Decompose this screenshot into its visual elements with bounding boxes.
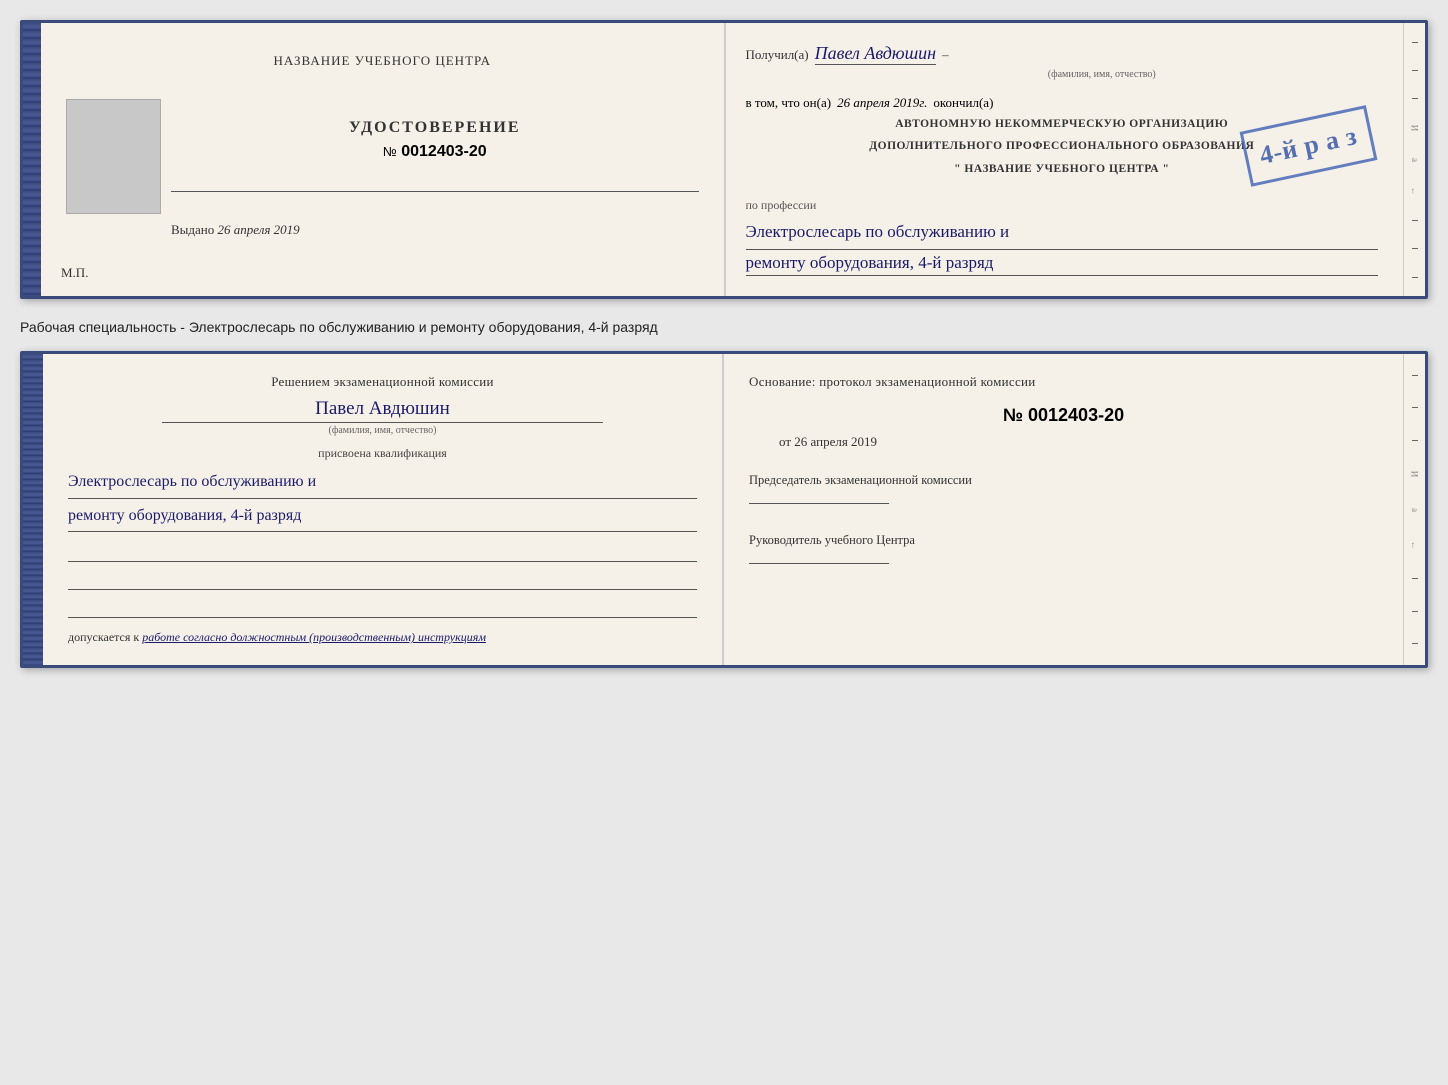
assigned-label: присвоена квалификация: [68, 446, 697, 461]
issued-label: Выдано: [171, 222, 214, 237]
osnov-title: Основание: протокол экзаменационной коми…: [749, 374, 1378, 390]
vtom-label: в том, что он(а): [746, 95, 832, 111]
допуск-label: допускается к: [68, 630, 139, 644]
bottom-booklet-right: Основание: протокол экзаменационной коми…: [724, 354, 1403, 665]
bottom-edge-dash-2: [1412, 407, 1418, 408]
name-underline: [162, 422, 602, 423]
bottom-booklet-left: Решением экзаменационной комиссии Павел …: [43, 354, 724, 665]
decision-title: Решением экзаменационной комиссии: [68, 374, 697, 390]
bottom-right-edge-marks: И а ←: [1403, 354, 1425, 665]
edge-dash-2: [1412, 70, 1418, 71]
edge-mark-i: И: [1410, 125, 1420, 132]
right-edge-marks: И а ←: [1403, 23, 1425, 296]
profession-label: по профессии: [746, 198, 1379, 213]
cert-number-prefix: №: [383, 144, 397, 159]
rukovoditel-sig-line: [749, 563, 889, 564]
bottom-edge-dash-5: [1412, 611, 1418, 612]
top-booklet-left-spine: [23, 23, 41, 296]
rukovoditel-block: Руководитель учебного Центра: [749, 530, 1378, 570]
mp-label: М.П.: [61, 265, 88, 281]
profession-line2: ремонту оборудования, 4-й разряд: [746, 253, 1379, 276]
bottom-edge-dash-3: [1412, 440, 1418, 441]
edge-dash-5: [1412, 248, 1418, 249]
blank-line-3: [68, 596, 697, 618]
photo-placeholder: [66, 99, 161, 214]
page-wrapper: НАЗВАНИЕ УЧЕБНОГО ЦЕНТРА УДОСТОВЕРЕНИЕ №…: [20, 20, 1428, 668]
bottom-edge-dash-4: [1412, 578, 1418, 579]
osnov-date: от 26 апреля 2019: [779, 434, 1378, 450]
cert-number: № 0012403-20: [171, 143, 699, 161]
org-text-line3: " НАЗВАНИЕ УЧЕБНОГО ЦЕНТРА ": [746, 161, 1379, 178]
top-booklet-right: 4-й р а з Получил(а) Павел Авдюшин – (фа…: [726, 23, 1404, 296]
top-center-title: НАЗВАНИЕ УЧЕБНОГО ЦЕНТРА: [274, 53, 491, 69]
top-booklet-left: НАЗВАНИЕ УЧЕБНОГО ЦЕНТРА УДОСТОВЕРЕНИЕ №…: [41, 23, 726, 296]
edge-dash-4: [1412, 220, 1418, 221]
vtom-date: 26 апреля 2019г.: [837, 95, 927, 111]
edge-dash-6: [1412, 277, 1418, 278]
qual-line2: ремонту оборудования, 4-й разряд: [68, 501, 697, 532]
vtom-line: в том, что он(а) 26 апреля 2019г. окончи…: [746, 95, 1379, 111]
osnov-number-prefix: №: [1003, 405, 1023, 425]
osnov-date-prefix: от: [779, 434, 791, 449]
recipient-label: Получил(а): [746, 47, 809, 63]
person-sub-label: (фамилия, имя, отчество): [68, 425, 697, 436]
okonchil-label: окончил(а): [933, 95, 993, 111]
bottom-edge-mark-arrow: ←: [1410, 541, 1420, 550]
recipient-line: Получил(а) Павел Авдюшин –: [746, 43, 1379, 65]
edge-dash-3: [1412, 98, 1418, 99]
org-text-line1: АВТОНОМНУЮ НЕКОММЕРЧЕСКУЮ ОРГАНИЗАЦИЮ: [746, 116, 1379, 133]
edge-dash-1: [1412, 42, 1418, 43]
osnov-date-value: 26 апреля 2019: [794, 434, 877, 449]
bottom-edge-dash-6: [1412, 643, 1418, 644]
top-booklet: НАЗВАНИЕ УЧЕБНОГО ЦЕНТРА УДОСТОВЕРЕНИЕ №…: [20, 20, 1428, 299]
cert-title: УДОСТОВЕРЕНИЕ: [171, 119, 699, 137]
bottom-edge-mark-i: И: [1410, 471, 1420, 478]
допуск-text: работе согласно должностным (производств…: [142, 630, 486, 644]
issued-line: Выдано 26 апреля 2019: [171, 212, 699, 238]
chair-block: Председатель экзаменационной комиссии: [749, 470, 1378, 510]
recipient-name: Павел Авдюшин: [815, 43, 936, 63]
допуск-line: допускается к работе согласно должностны…: [68, 630, 697, 645]
rukovoditel-label: Руководитель учебного Центра: [749, 530, 1378, 550]
chair-sig-line: [749, 503, 889, 504]
chair-label: Председатель экзаменационной комиссии: [749, 470, 1378, 490]
bottom-edge-mark-a: а: [1410, 508, 1420, 512]
osnov-number: № 0012403-20: [749, 405, 1378, 426]
edge-mark-arrow: ←: [1410, 186, 1420, 195]
org-text-line2: ДОПОЛНИТЕЛЬНОГО ПРОФЕССИОНАЛЬНОГО ОБРАЗО…: [746, 138, 1379, 155]
cert-number-value: 0012403-20: [401, 143, 486, 160]
blank-line-1: [68, 540, 697, 562]
blank-line-2: [68, 568, 697, 590]
edge-mark-a: а: [1410, 158, 1420, 162]
qual-line1: Электрослесарь по обслуживанию и: [68, 467, 697, 498]
bottom-booklet-left-spine: [23, 354, 43, 665]
bottom-edge-dash-1: [1412, 375, 1418, 376]
recipient-sub-label: (фамилия, имя, отчество): [826, 69, 1379, 80]
person-name: Павел Авдюшин: [68, 398, 697, 420]
issued-date: 26 апреля 2019: [218, 222, 300, 237]
between-text: Рабочая специальность - Электрослесарь п…: [20, 311, 1428, 339]
bottom-booklet: Решением экзаменационной комиссии Павел …: [20, 351, 1428, 668]
profession-line1: Электрослесарь по обслуживанию и: [746, 217, 1379, 251]
osnov-number-value: 0012403-20: [1028, 405, 1124, 425]
